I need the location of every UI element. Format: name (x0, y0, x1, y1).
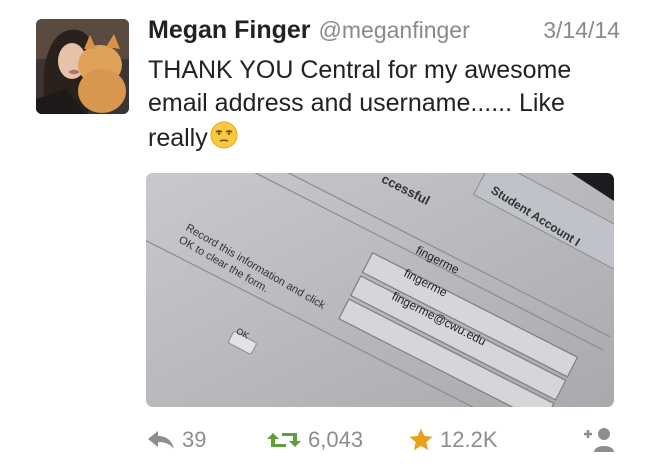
author-handle[interactable]: @meganfinger (319, 17, 470, 44)
reply-count: 39 (182, 427, 207, 452)
reply-icon (148, 431, 174, 449)
tweet-photo[interactable]: ccessful Student Account I Record this i… (146, 173, 614, 407)
favorite-star-icon (409, 428, 433, 451)
follow-button[interactable] (582, 425, 618, 455)
follow-icon (584, 428, 614, 452)
unamused-face-emoji (209, 120, 239, 159)
retweet-count: 6,043 (308, 427, 364, 452)
avatar-image (36, 19, 129, 114)
tweet-header: Megan Finger @meganfinger 3/14/14 (148, 16, 620, 50)
tweet-date[interactable]: 3/14/14 (543, 17, 620, 44)
photo-screen (146, 173, 614, 407)
tweet-text: THANK YOU Central for my awesome email a… (148, 54, 628, 159)
avatar[interactable] (36, 19, 129, 114)
retweet-button[interactable]: 6,043 (266, 427, 396, 453)
favorite-count: 12.2K (440, 427, 498, 452)
favorite-button[interactable]: 12.2K (408, 427, 498, 453)
reply-button[interactable]: 39 (146, 427, 236, 453)
author-name[interactable]: Megan Finger (148, 16, 311, 45)
tweet-actions: 39 6,043 12.2K (146, 422, 620, 458)
retweet-icon (267, 433, 301, 447)
